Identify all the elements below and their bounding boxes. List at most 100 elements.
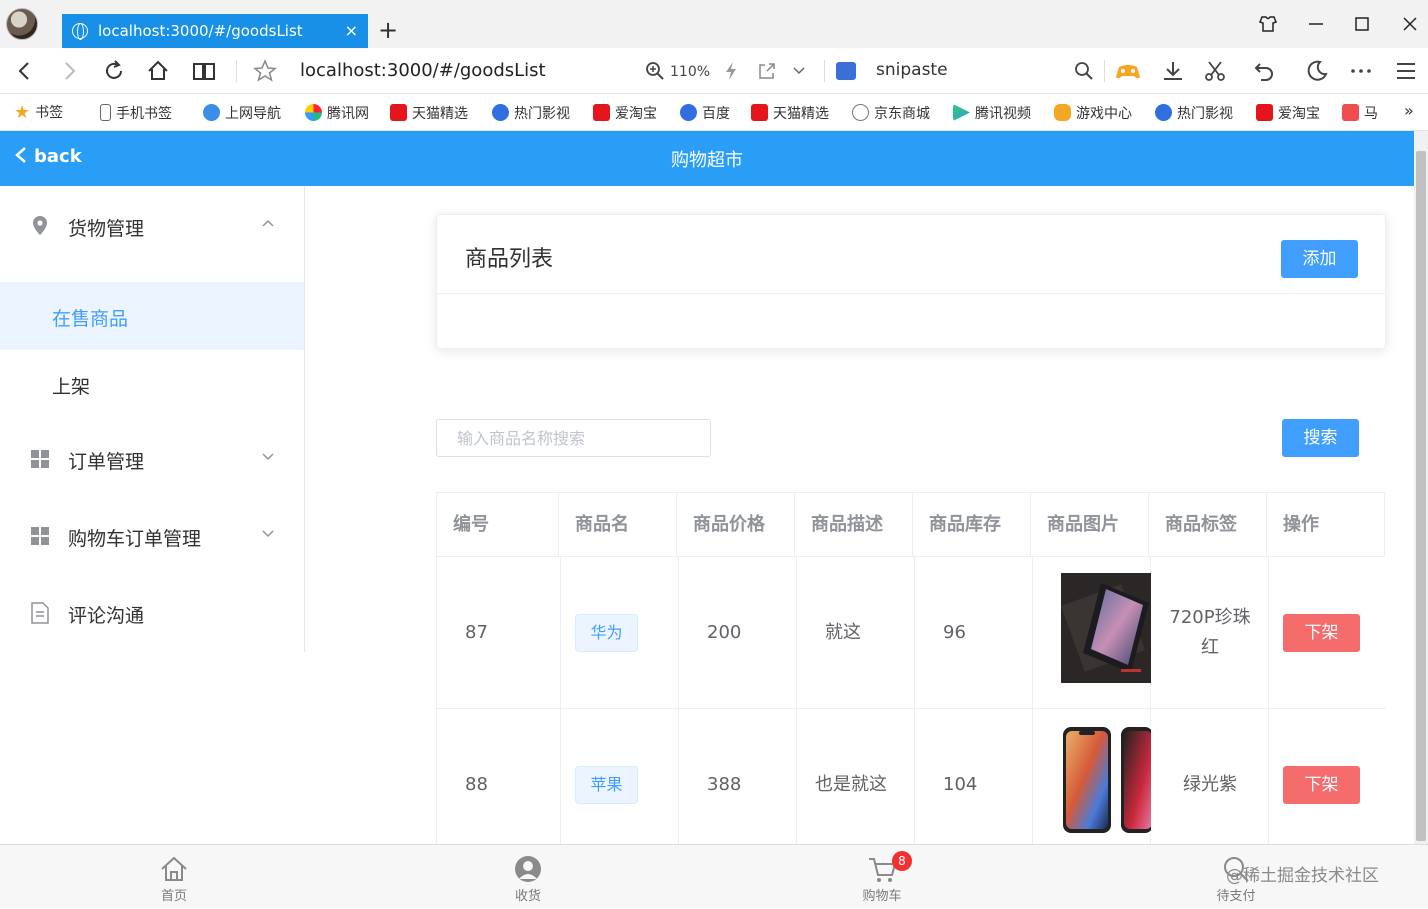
nav-label: 首页 [160, 889, 187, 904]
nav-label: 待支付 [1216, 889, 1256, 904]
sidebar-menu-cart-orders[interactable]: 购物车订单管理 [0, 498, 304, 574]
lightning-icon[interactable] [722, 61, 740, 81]
column-header[interactable]: 商品库存 [913, 493, 1031, 557]
gamepad-icon[interactable] [1115, 60, 1141, 82]
bookmark-item[interactable]: 手机书签 [100, 104, 172, 123]
chevron-down-icon [262, 453, 274, 461]
minimize-icon[interactable] [1306, 14, 1326, 34]
column-header[interactable]: 商品描述 [795, 493, 913, 557]
add-button[interactable]: 添加 [1281, 240, 1358, 278]
nav-home[interactable]: 首页 [124, 845, 224, 909]
table-row: 87 华为 200 就这 96 720P珍珠红 下架 [437, 557, 1386, 709]
sidebar-menu-label: 订单管理 [68, 451, 145, 473]
zoom-level[interactable]: 110% [670, 64, 710, 80]
more-icon[interactable] [1349, 59, 1373, 83]
sidebar: 货物管理 在售商品 上架 订单管理 购物车订单管理 评论沟通 [0, 186, 305, 652]
column-header[interactable]: 商品名 [559, 493, 677, 557]
search-engine-logo-icon[interactable] [836, 62, 856, 80]
user-icon [515, 856, 541, 882]
forward-arrow-icon[interactable] [58, 60, 80, 82]
bookmark-item[interactable]: ★ 书签 [14, 104, 63, 122]
bookmark-item[interactable]: 热门影视 [492, 104, 570, 123]
page-scrollbar[interactable] [1414, 131, 1428, 845]
browser-tab-strip: localhost:3000/#/goodsList × + [0, 0, 1428, 48]
maximize-icon[interactable] [1352, 14, 1372, 34]
nav-cart[interactable]: 购物车 8 [832, 845, 932, 909]
reading-mode-icon[interactable] [192, 59, 216, 83]
baidu-icon [680, 104, 697, 121]
search-icon[interactable] [1074, 61, 1094, 81]
undo-icon[interactable] [1252, 59, 1276, 83]
new-tab-button[interactable]: + [378, 16, 398, 44]
star-icon[interactable] [253, 59, 277, 83]
sidebar-item-label: 上架 [52, 376, 91, 398]
phone-icon [100, 104, 111, 121]
close-window-icon[interactable] [1400, 14, 1420, 34]
column-header[interactable]: 商品图片 [1031, 493, 1149, 557]
scrollbar-thumb[interactable] [1416, 151, 1426, 841]
bookmark-item[interactable]: 上网导航 [203, 104, 281, 123]
sidebar-item-on-sale[interactable]: 在售商品 [0, 282, 304, 350]
share-icon[interactable] [757, 61, 777, 81]
delist-button[interactable]: 下架 [1283, 766, 1360, 804]
nav-label: 购物车 [862, 889, 902, 904]
search-button[interactable]: 搜索 [1282, 419, 1359, 457]
column-header[interactable]: 编号 [437, 493, 559, 557]
cell-stock: 96 [943, 622, 966, 643]
gamepad-icon [1054, 104, 1071, 121]
bottom-nav: 首页 收货 购物车 8 待支付 @稀土掘金技术社区 [0, 844, 1428, 908]
name-tag: 苹果 [575, 766, 638, 804]
column-header[interactable]: 操作 [1267, 493, 1385, 557]
user-avatar[interactable] [6, 8, 38, 40]
star-icon: ★ [14, 102, 31, 123]
nav-receive[interactable]: 收货 [478, 845, 578, 909]
bookmark-item[interactable]: 游戏中心 [1054, 104, 1132, 123]
column-header[interactable]: 商品价格 [677, 493, 795, 557]
globe-icon [852, 104, 869, 121]
tmall-icon [390, 104, 407, 121]
column-header[interactable]: 商品标签 [1149, 493, 1267, 557]
app-header: back 购物超市 [0, 131, 1414, 186]
cell-price: 388 [707, 774, 742, 795]
paw-icon [1155, 104, 1172, 121]
scissors-icon[interactable] [1203, 59, 1227, 83]
cell-id: 87 [465, 622, 488, 643]
search-engine-field[interactable]: snipaste [876, 60, 948, 80]
moon-icon[interactable] [1305, 59, 1329, 83]
download-icon[interactable] [1161, 59, 1185, 83]
bookmark-item[interactable]: 爱淘宝 [593, 104, 657, 123]
back-arrow-icon[interactable] [14, 60, 36, 82]
sidebar-item-shelve[interactable]: 上架 [0, 350, 304, 418]
delist-button[interactable]: 下架 [1283, 614, 1360, 652]
nav-icon [203, 104, 220, 121]
bookmark-item[interactable]: 腾讯视频 [953, 104, 1031, 123]
reload-icon[interactable] [102, 59, 126, 83]
search-input[interactable] [436, 419, 711, 457]
address-bar[interactable]: localhost:3000/#/goodsList [300, 60, 546, 81]
sidebar-menu-comments[interactable]: 评论沟通 [0, 576, 304, 652]
browser-tab[interactable]: localhost:3000/#/goodsList × [62, 14, 368, 48]
zoom-icon[interactable] [645, 61, 665, 81]
bookmark-item[interactable]: 爱淘宝 [1256, 104, 1320, 123]
bookmark-item[interactable]: 天猫精选 [390, 104, 468, 123]
bookmarks-overflow-button[interactable]: » [1404, 102, 1414, 120]
close-tab-icon[interactable]: × [345, 14, 358, 48]
bookmark-item[interactable]: 天猫精选 [751, 104, 829, 123]
table-row: 88 苹果 388 也是就这 104 绿光紫 下架 [437, 709, 1386, 844]
bookmark-item[interactable]: 百度 [680, 104, 730, 123]
menu-icon[interactable] [1394, 59, 1418, 83]
bookmark-item[interactable]: 腾讯网 [305, 104, 369, 123]
sidebar-menu-goods[interactable]: 货物管理 [0, 186, 304, 282]
qq-icon [305, 104, 322, 121]
home-icon[interactable] [146, 59, 170, 83]
shirt-icon[interactable] [1258, 14, 1278, 34]
chevron-down-icon[interactable] [791, 63, 807, 79]
bookmark-item[interactable]: 热门影视 [1155, 104, 1233, 123]
cell-stock: 104 [943, 774, 978, 795]
cell-desc: 就这 [825, 622, 861, 643]
bookmark-item[interactable]: 马 [1342, 104, 1378, 123]
bookmark-item[interactable]: 京东商城 [852, 104, 930, 123]
product-image-apple [1061, 725, 1151, 835]
sidebar-menu-orders[interactable]: 订单管理 [0, 420, 304, 496]
sidebar-menu-label: 评论沟通 [68, 605, 145, 627]
